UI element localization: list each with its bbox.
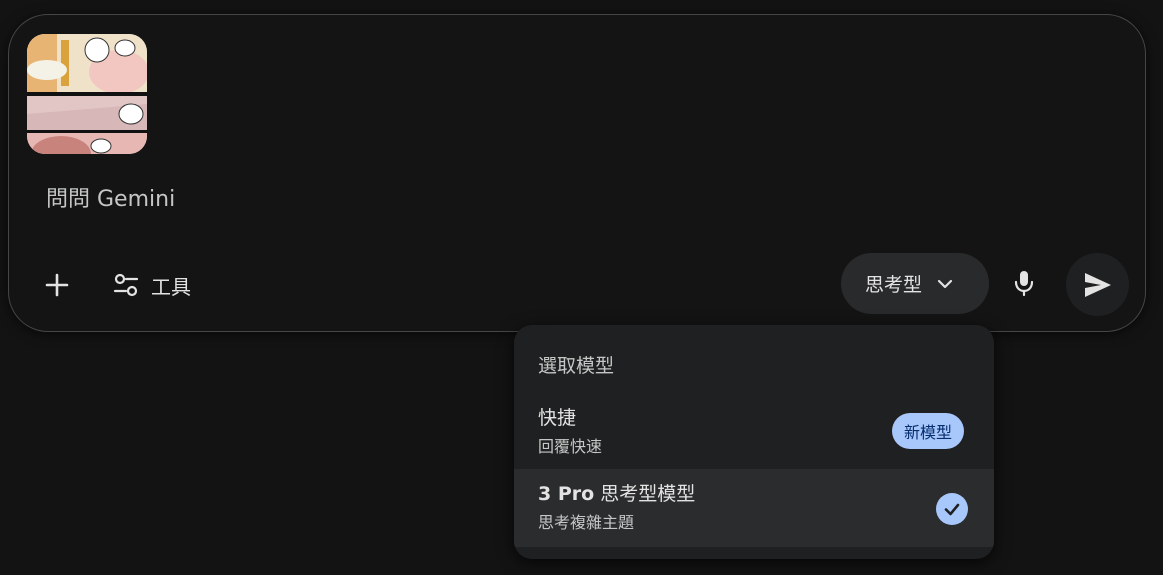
plus-icon <box>45 273 69 297</box>
model-menu-title: 選取模型 <box>538 355 615 377</box>
model-option-version: 3 Pro <box>538 483 595 505</box>
model-option-title: 3 Pro 思考型模型 <box>538 479 695 506</box>
mic-icon <box>1014 271 1034 297</box>
model-option-name: 思考型模型 <box>600 483 696 505</box>
send-icon <box>1084 272 1111 297</box>
tools-label: 工具 <box>151 274 191 299</box>
model-menu: 選取模型 快捷 回覆快速 新模型 3 Pro 思考型模型 思考複雜主題 <box>514 325 994 559</box>
new-model-badge: 新模型 <box>892 413 965 449</box>
add-button[interactable] <box>37 265 77 305</box>
microphone-button[interactable] <box>1009 263 1039 303</box>
attached-image-thumbnail[interactable] <box>27 34 147 154</box>
model-option-pro[interactable]: 3 Pro 思考型模型 思考複雜主題 <box>514 469 994 547</box>
model-option-subtitle: 回覆快速 <box>538 437 603 456</box>
check-circle-icon <box>936 493 968 525</box>
comic-image <box>27 34 147 154</box>
tools-button[interactable]: 工具 <box>113 265 191 305</box>
model-option-title: 快捷 <box>538 407 577 429</box>
check-icon <box>944 503 960 516</box>
model-option-subtitle: 思考複雜主題 <box>538 513 635 532</box>
chevron-down-icon <box>937 279 953 288</box>
prompt-input[interactable]: 問問 Gemini <box>46 181 175 213</box>
send-button[interactable] <box>1066 253 1129 316</box>
model-selector-label: 思考型 <box>865 274 923 296</box>
tune-icon <box>113 273 139 297</box>
prompt-composer: 問問 Gemini 工具 思考型 <box>8 14 1146 332</box>
model-selector-button[interactable]: 思考型 <box>841 253 989 314</box>
model-option-fast[interactable]: 快捷 回覆快速 新模型 <box>514 393 994 471</box>
